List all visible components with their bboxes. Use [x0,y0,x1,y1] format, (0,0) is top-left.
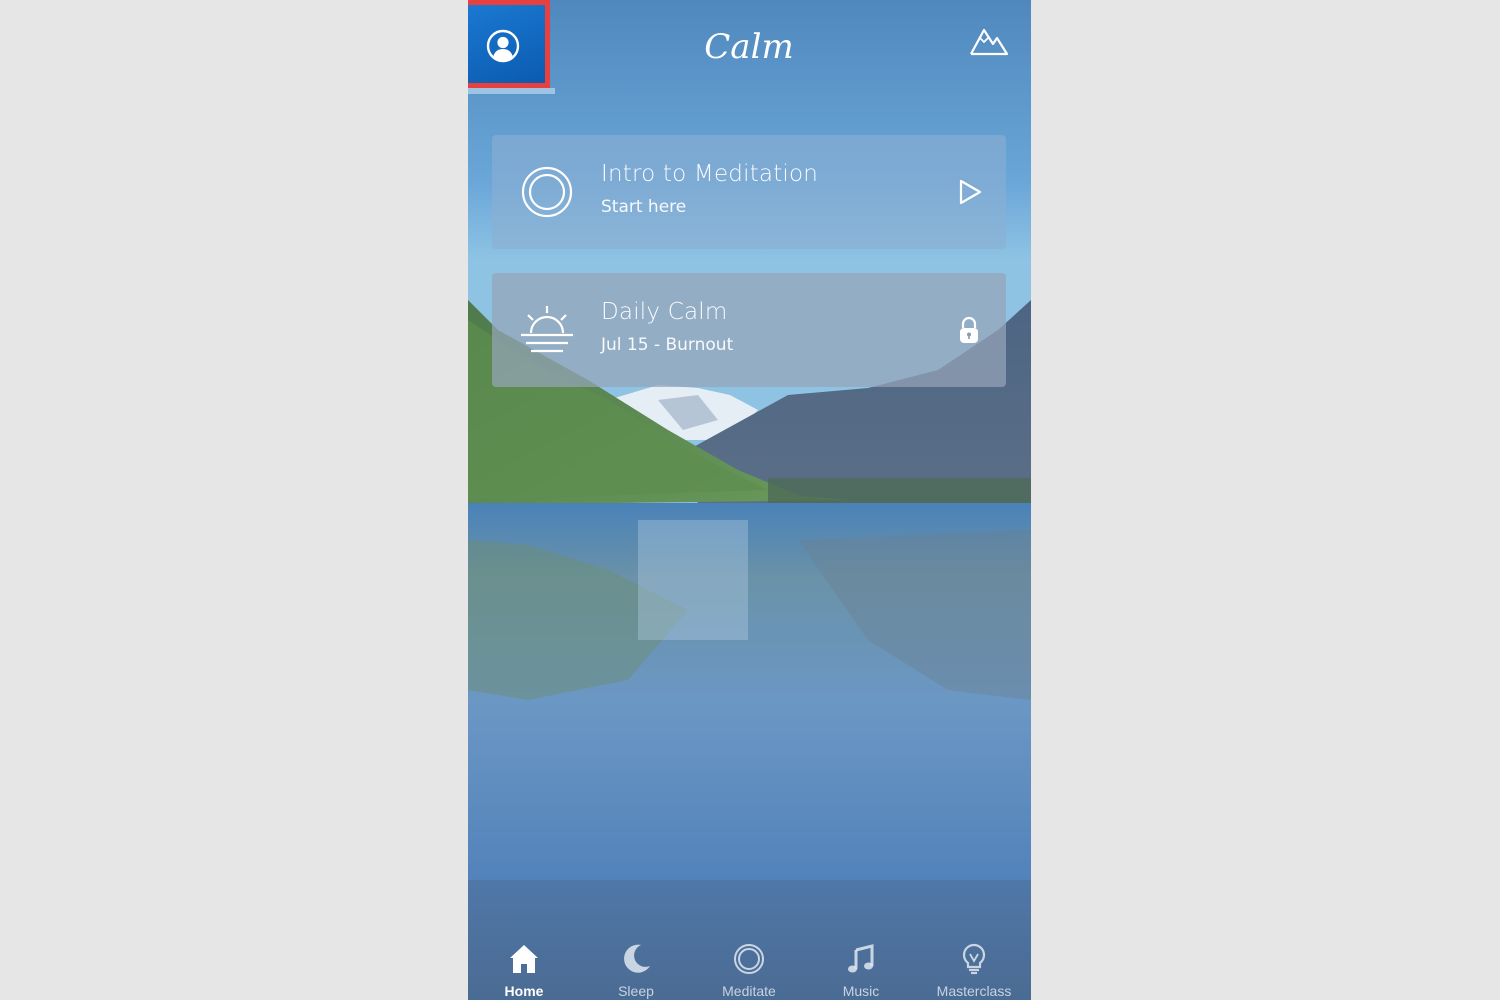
card-subtitle: Start here [601,197,687,217]
tab-label: Home [504,983,544,999]
profile-button[interactable] [468,0,550,88]
card-title: Daily Calm [601,299,728,325]
profile-icon [486,29,520,63]
music-note-icon [848,944,874,973]
daily-calm-card[interactable]: Daily Calm Jul 15 - Burnout [492,273,1006,387]
tab-label: Meditate [722,983,776,999]
logo-text: Calm [704,27,793,67]
intro-to-meditation-card[interactable]: Intro to Meditation Start here [492,135,1006,249]
lock-icon [960,316,978,343]
lightbulb-icon [962,943,986,975]
sunrise-icon [521,306,573,353]
bottom-tab-bar: Home Sleep Meditate Music Masterclass [468,930,1031,1000]
app-screen: Calm Intro to Meditation Start here Dail… [468,0,1031,1000]
mountain-icon[interactable] [969,24,1009,60]
moon-icon [624,944,650,973]
card-title: Intro to Meditation [601,161,819,187]
tab-label: Music [842,983,880,999]
tab-meditate[interactable]: Meditate [693,930,805,1000]
circle-icon [521,166,573,218]
tab-sleep[interactable]: Sleep [580,930,692,1000]
profile-button-shadow [468,88,555,94]
calm-logo: Calm [704,27,793,67]
play-icon[interactable] [954,177,984,207]
card-subtitle: Jul 15 - Burnout [601,335,734,355]
circle-icon [734,944,764,974]
tab-music[interactable]: Music [805,930,917,1000]
tab-label: Masterclass [936,983,1012,999]
home-icon [510,945,538,973]
tab-label: Sleep [618,983,654,999]
tab-home[interactable]: Home [468,930,580,1000]
tab-masterclass[interactable]: Masterclass [918,930,1030,1000]
